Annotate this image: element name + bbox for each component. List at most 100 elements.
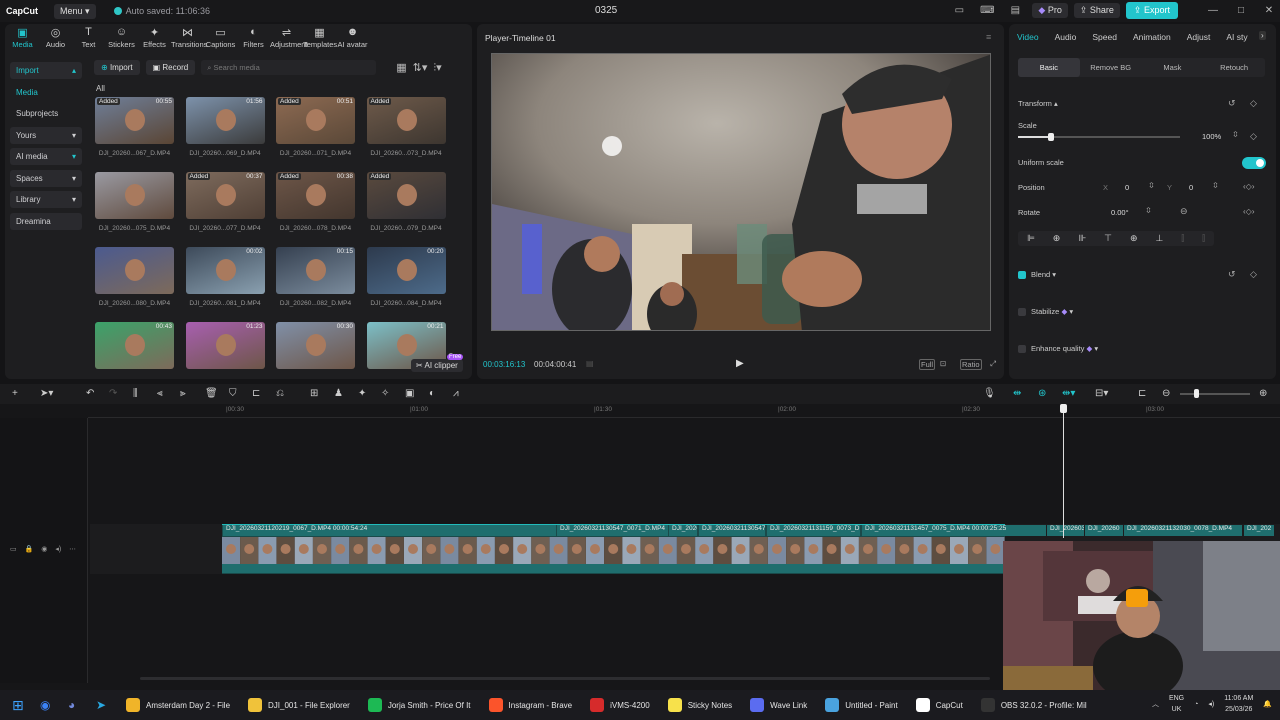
align-middle-icon[interactable]: ⊕	[1130, 233, 1138, 244]
media-thumbnail[interactable]: 00:20 DJI_20260...084_D.MP4	[366, 247, 446, 307]
rotate-stepper-icon[interactable]: ⇳	[1145, 206, 1152, 215]
undo-icon[interactable]: ↶	[86, 388, 94, 399]
split-icon[interactable]: ⫼	[133, 388, 138, 399]
snapshot-icon[interactable]: ⊡	[940, 359, 946, 368]
export-button[interactable]: ⇪ Export	[1125, 2, 1178, 19]
media-thumbnail[interactable]: 01:23	[185, 322, 265, 369]
rotate-dial-icon[interactable]: ⊖	[1180, 206, 1188, 217]
layout-icon[interactable]: ▭	[948, 5, 970, 16]
lock-icon[interactable]: 🔒	[25, 546, 34, 553]
blend-reset-icon[interactable]: ↺	[1228, 269, 1236, 280]
timeline-clip[interactable]: DJI_20260321131159_0073_D	[767, 525, 860, 536]
auto-reframe-icon[interactable]: ✦	[358, 388, 366, 399]
taskbar-app[interactable]: iVMS-4200	[590, 698, 650, 712]
speed-icon[interactable]: ⊞	[310, 388, 318, 399]
taskbar-app[interactable]: Wave Link	[750, 698, 807, 712]
reset-icon[interactable]: ↺	[1228, 98, 1236, 109]
tool-tab-filters[interactable]: ◐ Filters	[237, 26, 270, 49]
media-thumbnail[interactable]: Added DJI_20260...073_D.MP4	[366, 97, 446, 157]
media-thumbnail[interactable]: Added 00:38 DJI_20260...078_D.MP4	[276, 172, 355, 232]
taskbar-app[interactable]: OBS 32.0.2 - Profile: Mil	[980, 698, 1087, 712]
taskbar-app[interactable]: Amsterdam Day 2 - File	[126, 698, 230, 712]
close-icon[interactable]: ✕	[1258, 5, 1280, 16]
media-thumbnail[interactable]: 00:15 DJI_20260...082_D.MP4	[276, 247, 355, 307]
player-menu-icon[interactable]: ≡	[986, 32, 991, 42]
uniform-scale-toggle[interactable]	[1242, 157, 1266, 169]
media-thumbnail[interactable]: Added 00:55 DJI_20260...067_D.MP4	[95, 97, 174, 157]
timeline-clip[interactable]: DJI_2026	[669, 525, 697, 536]
media-thumbnail[interactable]: DJI_20260...075_D.MP4	[95, 172, 174, 232]
speaker-icon[interactable]: ◂)	[55, 546, 61, 553]
playhead-handle[interactable]	[1060, 404, 1067, 413]
blend-keyframe-icon[interactable]: ◇	[1250, 269, 1257, 280]
nav-yours[interactable]: Yours ▾	[10, 126, 82, 144]
wifi-icon[interactable]: ◔	[1194, 699, 1198, 710]
more-tabs-icon[interactable]: ›	[1259, 31, 1266, 40]
filter-icon[interactable]: ⫶▾	[433, 61, 441, 75]
language-indicator[interactable]: ENG UK	[1169, 693, 1184, 715]
split-right-icon[interactable]: ⫸	[180, 388, 186, 399]
freeze-icon[interactable]: ▣	[405, 388, 414, 399]
inspector-subtab[interactable]: Remove BG	[1080, 58, 1142, 77]
align-top-icon[interactable]: ⊤	[1104, 233, 1112, 244]
inspector-tab[interactable]: Audio	[1055, 32, 1077, 42]
tray-chevron-icon[interactable]: ︿	[1152, 699, 1159, 710]
minimize-icon[interactable]: —	[1202, 5, 1224, 16]
media-thumbnail[interactable]: Added DJI_20260...079_D.MP4	[366, 172, 446, 232]
stabilize-checkbox[interactable]	[1018, 308, 1026, 316]
tool-tab-transitions[interactable]: ⋈ Transitions	[171, 26, 207, 49]
chevron-up-icon[interactable]: ▴	[1054, 99, 1058, 108]
align-bottom-icon[interactable]: ⊥	[1155, 233, 1163, 244]
pos-y-value[interactable]: 0	[1189, 183, 1193, 192]
taskbar-app[interactable]: CapCut	[915, 698, 963, 712]
rotate-value[interactable]: 0.00°	[1111, 208, 1129, 217]
taskbar-app[interactable]: Sticky Notes	[667, 698, 732, 712]
zoom-out-icon[interactable]: ⊖	[1162, 388, 1170, 399]
import-button[interactable]: ⊕ Import	[94, 60, 140, 75]
crop-icon[interactable]: ⊏	[252, 388, 260, 399]
notification-icon[interactable]: 🔔	[1263, 699, 1272, 710]
inspector-subtab[interactable]: Mask	[1142, 58, 1204, 77]
taskbar-app[interactable]: Jorja Smith - Price Of It	[367, 698, 471, 712]
media-thumbnail[interactable]: 00:30	[276, 322, 355, 369]
mirror-icon[interactable]: ⎌	[276, 388, 284, 399]
tool-tab-text[interactable]: T Text	[72, 26, 105, 49]
align-right-icon[interactable]: ⊪	[1078, 233, 1086, 244]
maximize-icon[interactable]: □	[1230, 5, 1252, 16]
telegram-icon[interactable]: ➤	[96, 698, 126, 712]
add-track-icon[interactable]: +	[12, 388, 18, 399]
nav-media[interactable]: Media	[10, 84, 82, 101]
full-button[interactable]: Full	[919, 359, 936, 370]
taskbar-app[interactable]: DJI_001 - File Explorer	[248, 698, 350, 712]
more-icon[interactable]: ⋯	[69, 546, 76, 553]
media-thumbnail[interactable]: DJI_20260...080_D.MP4	[95, 247, 174, 307]
media-thumbnail[interactable]: 00:02 DJI_20260...081_D.MP4	[185, 247, 265, 307]
inspector-tab[interactable]: AI sty	[1226, 32, 1247, 42]
ai-clipper-button[interactable]: ✂ AI clipper	[411, 359, 463, 372]
inspector-tab[interactable]: Speed	[1092, 32, 1117, 42]
inspector-tab[interactable]: Video	[1017, 32, 1039, 42]
scale-slider[interactable]	[1018, 133, 1180, 141]
tool-tab-audio[interactable]: ◎ Audio	[39, 26, 72, 49]
eye-icon[interactable]: ◉	[41, 546, 47, 553]
clock[interactable]: 11:06 AM 25/03/26	[1224, 693, 1253, 715]
distribute-h-icon[interactable]: ⫿	[1181, 233, 1184, 244]
menu-button[interactable]: Menu ▾	[54, 3, 96, 19]
keyframe-icon[interactable]: ◇	[1250, 98, 1257, 109]
fullscreen-icon[interactable]: ⤢	[990, 359, 996, 369]
share-button[interactable]: ⇪ Share	[1073, 3, 1120, 18]
pro-button[interactable]: ◆ Pro	[1032, 3, 1068, 18]
tool-tab-effects[interactable]: ✦ Effects	[138, 26, 171, 49]
tool-tab-captions[interactable]: ▭ Captions	[204, 26, 237, 49]
taskbar-app[interactable]: Untitled - Paint	[825, 698, 898, 712]
tool-tab-adjustment[interactable]: ⇌ Adjustment	[270, 26, 308, 49]
align-left-icon[interactable]: ⊫	[1027, 233, 1035, 244]
chevron-down-icon[interactable]: ▾	[1069, 307, 1073, 316]
microphone-icon[interactable]: 🎙	[983, 388, 996, 399]
redo-icon[interactable]: ↷	[109, 388, 117, 399]
ai-cutout-icon[interactable]: ♟	[334, 388, 343, 399]
tool-tab-templates[interactable]: ▦ Templates	[303, 26, 337, 49]
audio-wave-icon[interactable]: ⩘	[453, 388, 459, 399]
inspector-subtab[interactable]: Retouch	[1203, 58, 1265, 77]
pos-x-stepper-icon[interactable]: ⇳	[1148, 181, 1155, 190]
